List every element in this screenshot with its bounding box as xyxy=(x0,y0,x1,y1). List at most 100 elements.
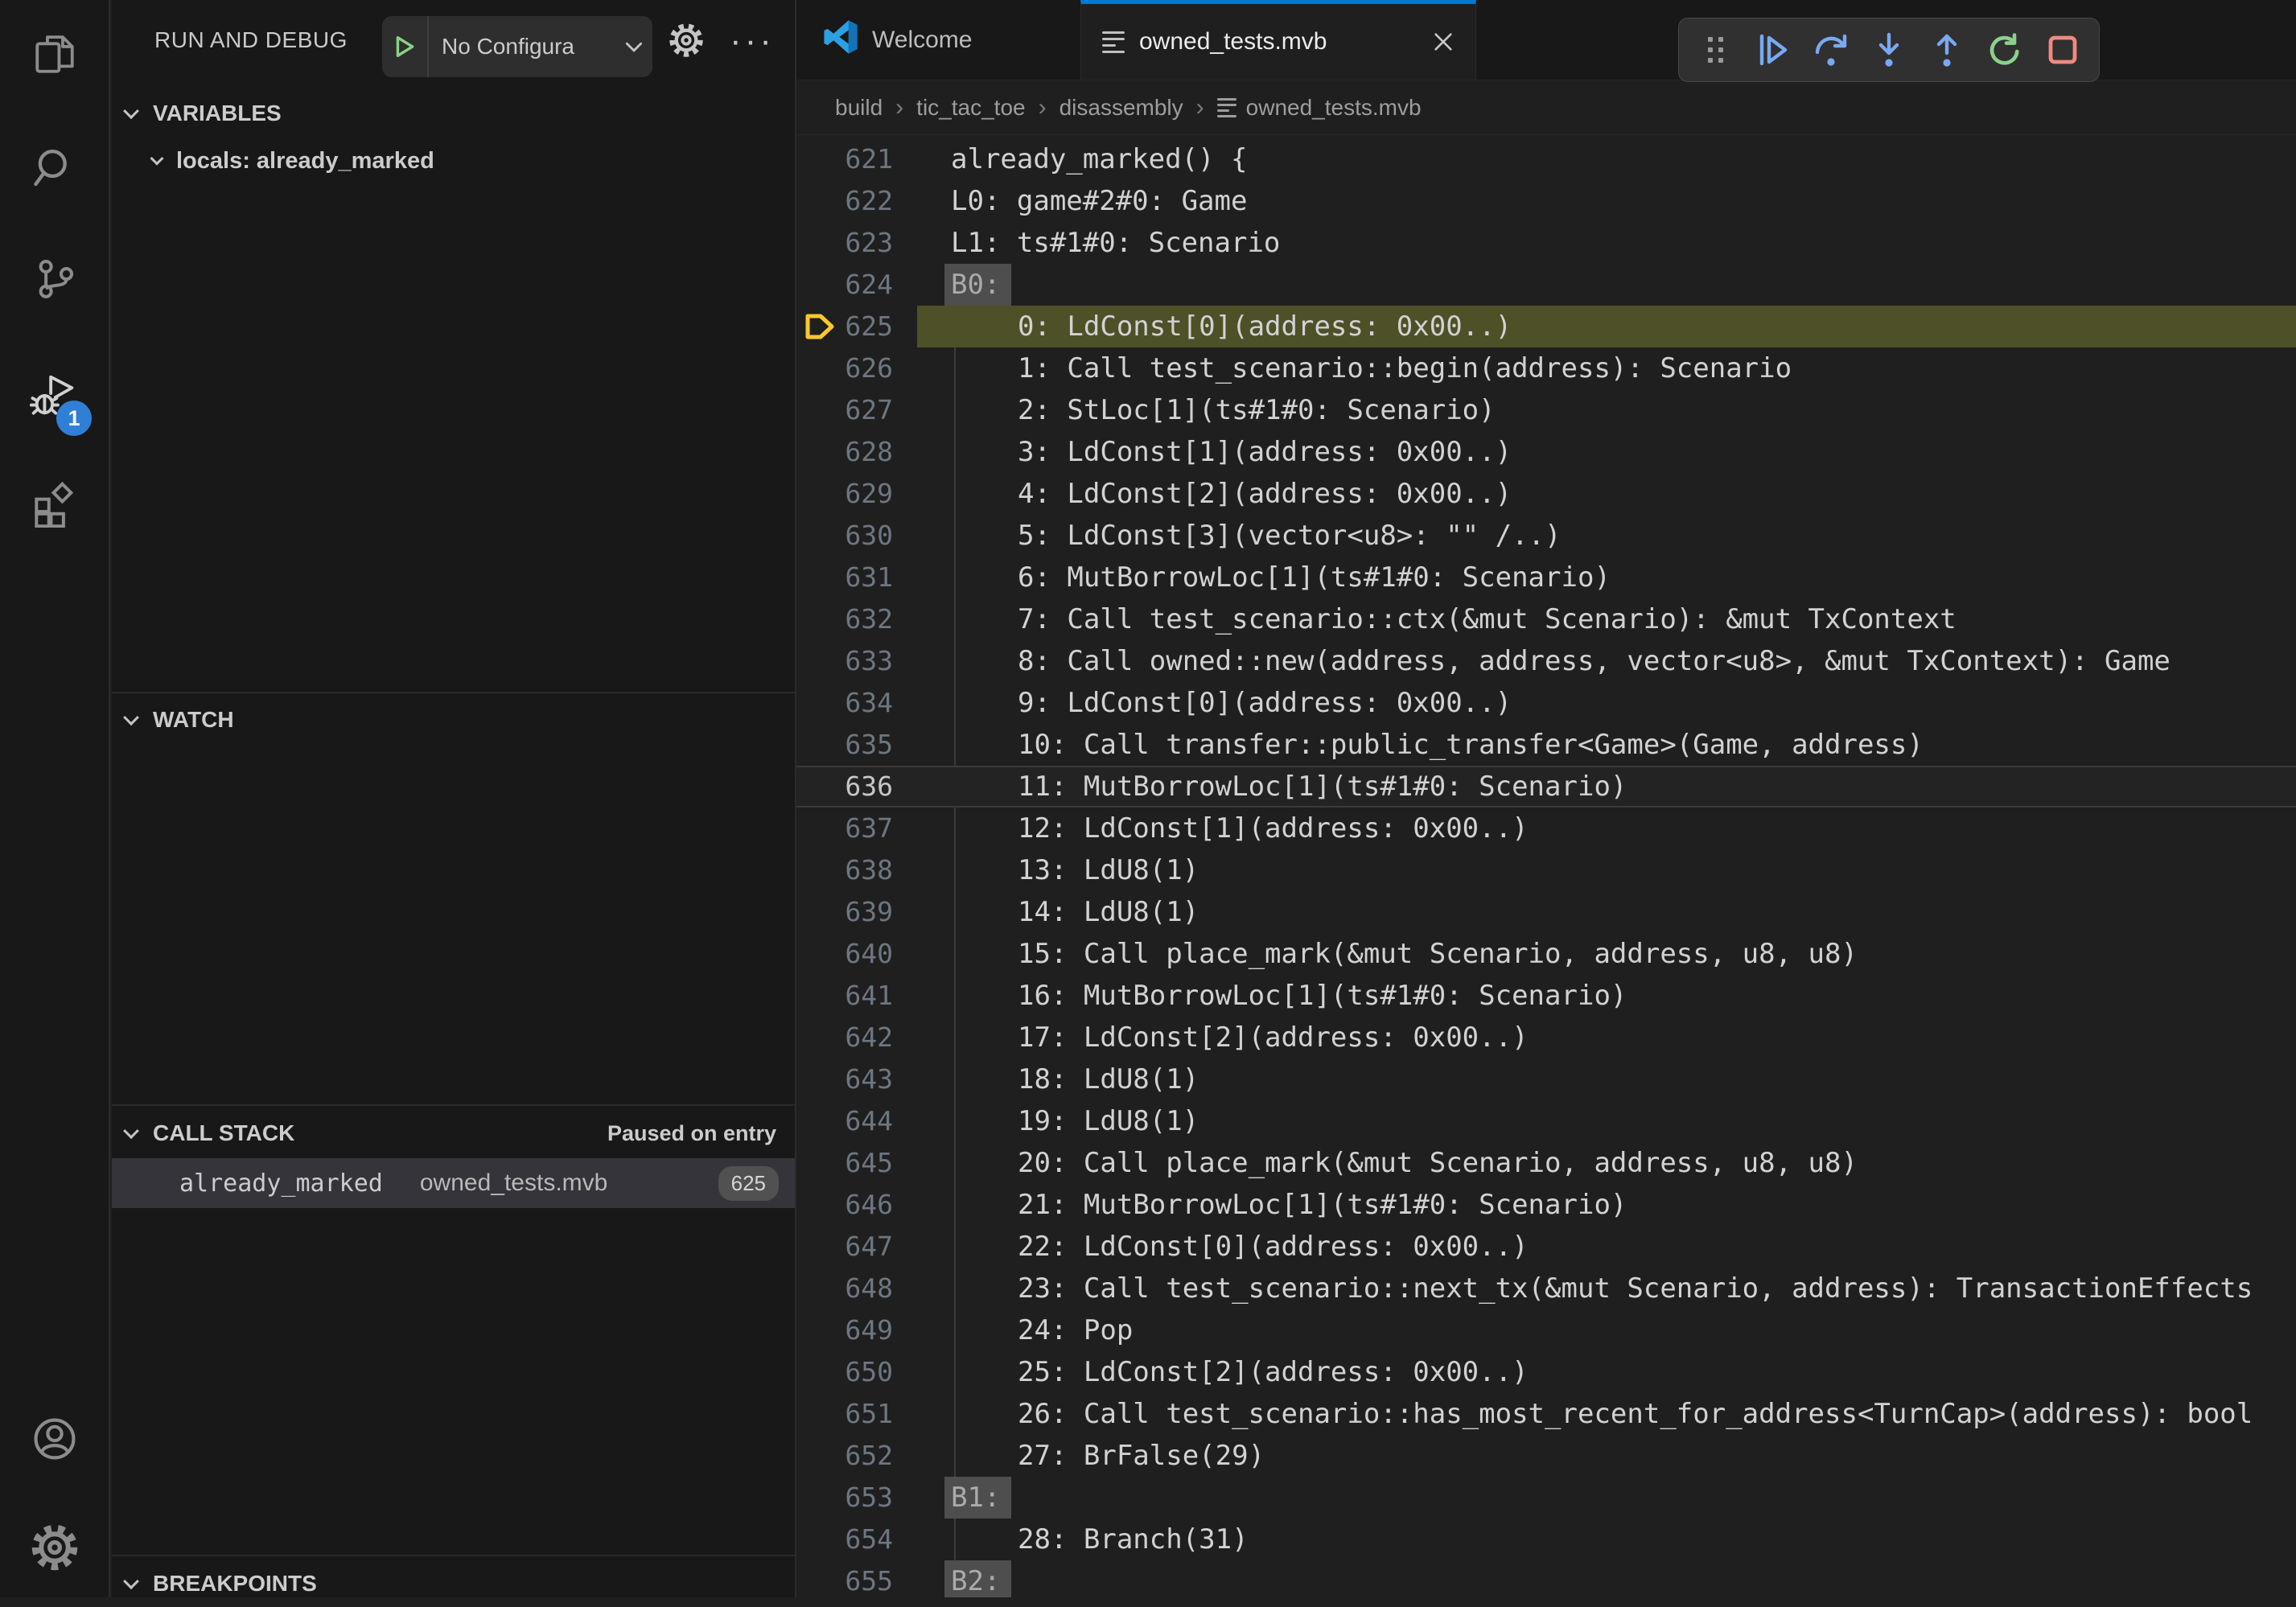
drag-handle-icon[interactable] xyxy=(1692,27,1738,73)
code-line[interactable]: 623L1: ts#1#0: Scenario xyxy=(796,222,2296,264)
step-into-icon[interactable] xyxy=(1866,27,1912,73)
step-over-icon[interactable] xyxy=(1808,27,1854,73)
code-line[interactable]: 6294: LdConst[2](address: 0x00..) xyxy=(796,473,2296,515)
line-number[interactable]: 654 xyxy=(796,1519,917,1560)
breadcrumb-item[interactable]: tic_tac_toe xyxy=(916,95,1025,121)
tab-welcome[interactable]: Welcome xyxy=(796,0,1080,80)
code-line[interactable]: 6272: StLoc[1](ts#1#0: Scenario) xyxy=(796,389,2296,431)
line-number[interactable]: 629 xyxy=(796,473,917,515)
code-line[interactable]: 6283: LdConst[1](address: 0x00..) xyxy=(796,431,2296,473)
code-line[interactable]: 64015: Call place_mark(&mut Scenario, ad… xyxy=(796,933,2296,975)
line-number[interactable]: 627 xyxy=(796,389,917,431)
line-number[interactable]: 634 xyxy=(796,682,917,724)
step-out-icon[interactable] xyxy=(1924,27,1970,73)
line-number[interactable]: 631 xyxy=(796,557,917,598)
code-line[interactable]: 64722: LdConst[0](address: 0x00..) xyxy=(796,1226,2296,1268)
line-number[interactable]: 651 xyxy=(796,1393,917,1435)
extensions-icon[interactable] xyxy=(29,479,80,530)
code-line[interactable]: 6349: LdConst[0](address: 0x00..) xyxy=(796,682,2296,724)
code-line[interactable]: 64116: MutBorrowLoc[1](ts#1#0: Scenario) xyxy=(796,975,2296,1017)
call-stack-frame-row[interactable]: already_marked owned_tests.mvb 625 xyxy=(112,1158,795,1208)
restart-icon[interactable] xyxy=(1981,27,2028,73)
code-line[interactable]: 64217: LdConst[2](address: 0x00..) xyxy=(796,1017,2296,1058)
breadcrumb-item[interactable]: build xyxy=(835,95,883,121)
code-line[interactable]: 64318: LdU8(1) xyxy=(796,1058,2296,1100)
code-line[interactable]: 6250: LdConst[0](address: 0x00..) xyxy=(796,306,2296,347)
code-line[interactable]: 6305: LdConst[3](vector<u8>: "" /..) xyxy=(796,515,2296,557)
line-number[interactable]: 647 xyxy=(796,1226,917,1268)
line-number[interactable]: 644 xyxy=(796,1100,917,1142)
line-number[interactable]: 621 xyxy=(796,138,917,180)
code-line[interactable]: 64621: MutBorrowLoc[1](ts#1#0: Scenario) xyxy=(796,1184,2296,1226)
line-number[interactable]: 642 xyxy=(796,1017,917,1058)
settings-gear-icon[interactable] xyxy=(29,1522,80,1573)
line-number[interactable]: 635 xyxy=(796,724,917,766)
line-number[interactable]: 645 xyxy=(796,1142,917,1184)
line-number[interactable]: 640 xyxy=(796,933,917,975)
line-number[interactable]: 628 xyxy=(796,431,917,473)
search-icon[interactable] xyxy=(29,142,80,194)
stop-icon[interactable] xyxy=(2039,27,2086,73)
line-number[interactable]: 638 xyxy=(796,849,917,891)
line-number[interactable]: 653 xyxy=(796,1477,917,1519)
code-line[interactable]: 65025: LdConst[2](address: 0x00..) xyxy=(796,1351,2296,1393)
line-number[interactable]: 648 xyxy=(796,1268,917,1309)
breakpoints-section-header[interactable]: BREAKPOINTS xyxy=(112,1560,795,1607)
line-number[interactable]: 641 xyxy=(796,975,917,1017)
code-line[interactable]: 622L0: game#2#0: Game xyxy=(796,180,2296,222)
code-line[interactable]: 6338: Call owned::new(address, address, … xyxy=(796,640,2296,682)
code-line[interactable]: 6261: Call test_scenario::begin(address)… xyxy=(796,347,2296,389)
line-number[interactable]: 646 xyxy=(796,1184,917,1226)
code-line[interactable]: 63813: LdU8(1) xyxy=(796,849,2296,891)
code-line[interactable]: 64419: LdU8(1) xyxy=(796,1100,2296,1142)
code-line[interactable]: 65428: Branch(31) xyxy=(796,1519,2296,1560)
line-number[interactable]: 655 xyxy=(796,1560,917,1597)
source-control-icon[interactable] xyxy=(29,253,80,304)
line-number[interactable]: 625 xyxy=(796,306,917,347)
more-actions-icon[interactable]: ··· xyxy=(730,21,775,61)
line-number[interactable]: 643 xyxy=(796,1058,917,1100)
code-line[interactable]: 64924: Pop xyxy=(796,1309,2296,1351)
line-number[interactable]: 626 xyxy=(796,347,917,389)
line-number[interactable]: 623 xyxy=(796,222,917,264)
tab-owned-tests[interactable]: owned_tests.mvb xyxy=(1080,0,1476,80)
code-line[interactable]: 6327: Call test_scenario::ctx(&mut Scena… xyxy=(796,598,2296,640)
start-debug-icon[interactable] xyxy=(382,16,429,77)
code-line[interactable]: 63510: Call transfer::public_transfer<Ga… xyxy=(796,724,2296,766)
line-number[interactable]: 652 xyxy=(796,1435,917,1477)
code-line[interactable]: 653B1: xyxy=(796,1477,2296,1519)
line-number[interactable]: 632 xyxy=(796,598,917,640)
continue-icon[interactable] xyxy=(1750,27,1796,73)
line-number[interactable]: 624 xyxy=(796,264,917,306)
code-line[interactable]: 63712: LdConst[1](address: 0x00..) xyxy=(796,808,2296,849)
close-icon[interactable] xyxy=(1432,31,1455,53)
explorer-icon[interactable] xyxy=(29,28,80,80)
code-line[interactable]: 655B2: xyxy=(796,1560,2296,1597)
code-line[interactable]: 65126: Call test_scenario::has_most_rece… xyxy=(796,1393,2296,1435)
line-number[interactable]: 639 xyxy=(796,891,917,933)
account-icon[interactable] xyxy=(29,1413,80,1465)
code-line[interactable]: 64520: Call place_mark(&mut Scenario, ad… xyxy=(796,1142,2296,1184)
line-number[interactable]: 650 xyxy=(796,1351,917,1393)
line-number[interactable]: 649 xyxy=(796,1309,917,1351)
code-line[interactable]: 6316: MutBorrowLoc[1](ts#1#0: Scenario) xyxy=(796,557,2296,598)
watch-section-header[interactable]: WATCH xyxy=(112,697,795,743)
line-number[interactable]: 637 xyxy=(796,808,917,849)
line-number[interactable]: 622 xyxy=(796,180,917,222)
line-number[interactable]: 630 xyxy=(796,515,917,557)
breadcrumb-item[interactable]: owned_tests.mvb xyxy=(1217,95,1422,121)
line-number[interactable]: 636 xyxy=(796,767,917,806)
code-line[interactable]: 65227: BrFalse(29) xyxy=(796,1435,2296,1477)
code-line[interactable]: 63611: MutBorrowLoc[1](ts#1#0: Scenario) xyxy=(796,766,2296,808)
call-stack-section-header[interactable]: CALL STACK Paused on entry xyxy=(112,1110,795,1157)
breadcrumb-item[interactable]: disassembly xyxy=(1060,95,1183,121)
code-line[interactable]: 63914: LdU8(1) xyxy=(796,891,2296,933)
variables-locals-row[interactable]: locals: already_marked xyxy=(112,138,795,183)
gear-icon[interactable] xyxy=(669,23,704,62)
line-number[interactable]: 633 xyxy=(796,640,917,682)
code-line[interactable]: 624B0: xyxy=(796,264,2296,306)
code-line[interactable]: 621already_marked() { xyxy=(796,138,2296,180)
debug-config-dropdown[interactable]: No Configura xyxy=(382,16,652,77)
code-line[interactable]: 64823: Call test_scenario::next_tx(&mut … xyxy=(796,1268,2296,1309)
variables-section-header[interactable]: VARIABLES xyxy=(112,90,795,137)
